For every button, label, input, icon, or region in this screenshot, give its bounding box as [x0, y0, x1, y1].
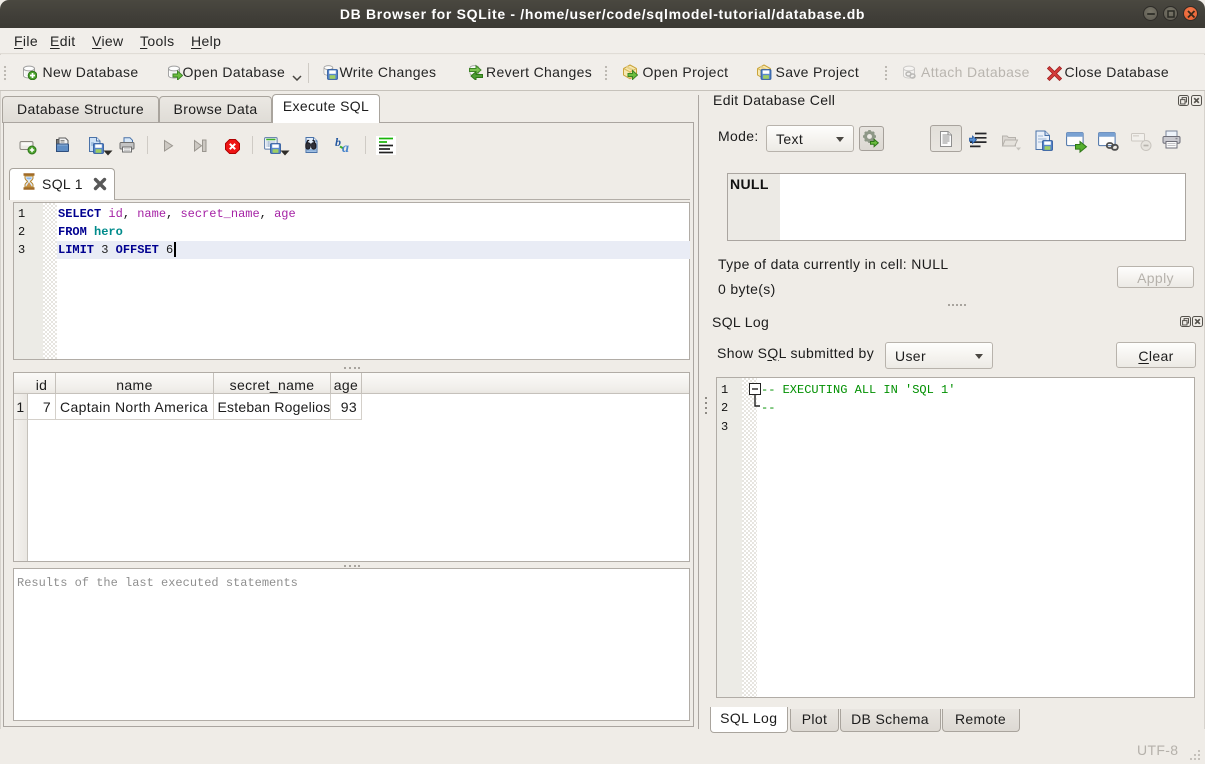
- svg-text:a: a: [342, 141, 349, 154]
